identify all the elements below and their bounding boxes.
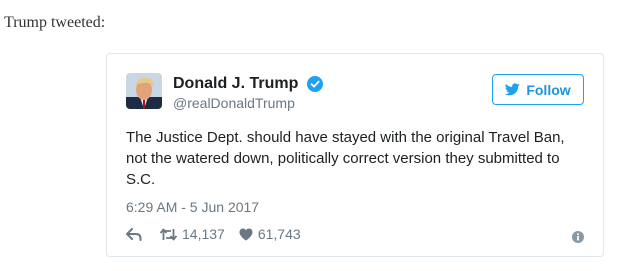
- info-icon[interactable]: [572, 230, 584, 243]
- heart-icon: [239, 228, 253, 241]
- retweet-button[interactable]: 14,137: [160, 226, 225, 242]
- verified-badge-icon: [307, 76, 323, 92]
- twitter-bird-icon: [505, 83, 521, 96]
- reply-icon[interactable]: [126, 227, 142, 241]
- follow-label: Follow: [526, 81, 571, 98]
- user-handle[interactable]: @realDonaldTrump: [173, 95, 295, 111]
- display-name[interactable]: Donald J. Trump: [173, 75, 298, 93]
- tweet-timestamp[interactable]: 6:29 AM - 5 Jun 2017: [126, 199, 259, 215]
- retweet-count: 14,137: [182, 226, 225, 242]
- retweet-icon: [160, 228, 177, 241]
- tweet-text: The Justice Dept. should have stayed wit…: [126, 129, 565, 188]
- follow-button[interactable]: Follow: [492, 74, 584, 105]
- tweet-actions: 14,137 61,743: [126, 226, 301, 242]
- like-button[interactable]: 61,743: [239, 226, 301, 242]
- embedded-tweet: Donald J. Trump @realDonaldTrump Follow …: [106, 53, 604, 257]
- like-count: 61,743: [257, 226, 301, 242]
- intro-text: Trump tweeted:: [4, 14, 106, 31]
- avatar[interactable]: [126, 73, 162, 109]
